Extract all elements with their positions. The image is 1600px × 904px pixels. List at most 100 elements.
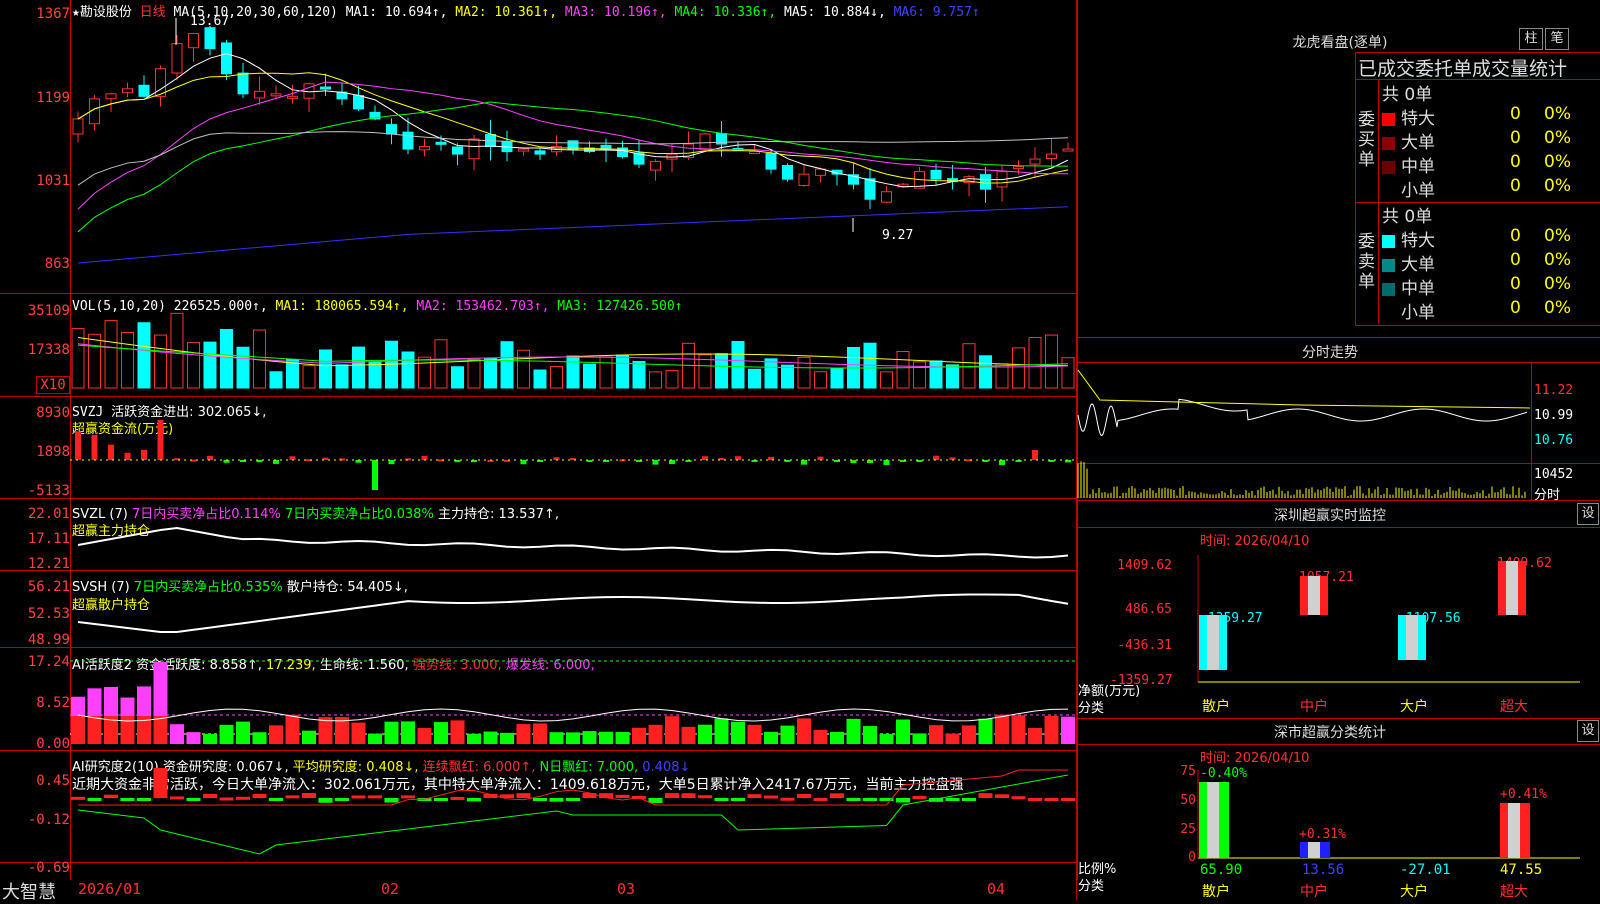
ai1-bar	[615, 731, 630, 744]
class-ytick-0: 75	[1180, 764, 1196, 779]
ai2-bar	[978, 793, 993, 798]
ai2-bar	[830, 793, 844, 798]
ai2-bar	[813, 797, 828, 801]
svzj-bar	[933, 455, 939, 460]
monitor-label-2: -1107.56	[1398, 611, 1461, 626]
ai1-bar	[401, 721, 415, 744]
volume-bar	[566, 355, 580, 389]
intraday-price-line	[1077, 398, 1528, 436]
class-value-2: -27.01	[1400, 862, 1451, 878]
ai1-bar	[467, 733, 481, 744]
ma-line	[77, 72, 1069, 184]
ai2-bar	[714, 798, 729, 801]
monitor-cat-3: 超大	[1500, 699, 1528, 715]
volume-bar	[352, 346, 365, 389]
volume-bar	[1045, 334, 1058, 389]
ai1-bar	[1061, 716, 1075, 744]
monitor-label-1: 1057.21	[1299, 570, 1354, 585]
ai1-bar	[236, 721, 250, 744]
color-swatch	[1382, 258, 1395, 272]
color-swatch	[1382, 306, 1395, 320]
ai2-bar	[302, 793, 316, 798]
ai2-bar	[863, 798, 877, 801]
ai2-bar	[1011, 796, 1026, 800]
candle-body	[798, 173, 810, 186]
ai2-bar	[962, 798, 976, 801]
indicator-charts-svg	[70, 18, 1076, 855]
order-row-name: 特大	[1401, 231, 1435, 251]
ai2-bar	[467, 798, 481, 802]
ai2-bar	[401, 795, 415, 799]
candle-body	[188, 33, 199, 49]
class-value-1: 13.56	[1302, 862, 1345, 878]
ai2-bar	[780, 797, 795, 801]
ai2-bar	[896, 798, 910, 803]
ai1-bar	[269, 725, 283, 744]
candle-body	[105, 93, 117, 100]
candle-body	[1029, 158, 1041, 165]
intraday-axis-divider	[1531, 362, 1532, 500]
ai2-bar	[120, 798, 135, 801]
intraday-frame	[1076, 337, 1600, 338]
volume-bar	[599, 356, 613, 389]
candle-body	[518, 148, 529, 152]
volume-bar	[401, 351, 415, 389]
ai2-bar	[434, 798, 448, 801]
class-settings-button[interactable]: 设	[1577, 720, 1599, 742]
candle-body	[138, 84, 150, 97]
tick-mode-button[interactable]: 笔	[1545, 28, 1569, 50]
volume-bar	[748, 368, 761, 389]
candle-body	[204, 27, 216, 50]
ai2-bar	[236, 796, 250, 800]
monitor-ytick-2: -436.31	[1117, 638, 1172, 653]
ai2-bar	[450, 796, 465, 800]
order-row-pct: 0%	[1544, 128, 1571, 148]
candle-body	[930, 169, 942, 180]
ai1-bar	[879, 733, 894, 744]
svzj-bar	[124, 452, 131, 460]
volume-bar	[913, 361, 926, 389]
order-row-2: 中单 0 0%	[1382, 152, 1571, 177]
volume-bar	[220, 329, 233, 389]
svzj-bar	[273, 460, 279, 464]
bar-mode-button[interactable]: 柱	[1519, 28, 1543, 50]
ai2-bar	[945, 798, 960, 801]
svzj-bar	[801, 460, 807, 465]
intraday-ytick-0: 11.22	[1534, 383, 1574, 398]
ai1-bar-base	[995, 716, 1009, 744]
order-col-divider	[1378, 79, 1379, 324]
ai1-bar	[599, 731, 613, 744]
ai1-bar	[500, 732, 514, 744]
candle-body	[122, 88, 133, 94]
ai1-bar	[516, 724, 531, 744]
svzj-bar	[669, 460, 675, 465]
volume-bar	[1061, 357, 1075, 389]
ai1-bar	[582, 731, 597, 744]
monitor-settings-button[interactable]: 设	[1577, 503, 1599, 525]
ai1-bar	[219, 724, 234, 744]
class-top-label-1: +0.31%	[1299, 827, 1346, 842]
svzj-bar	[817, 456, 824, 460]
ai2-bar	[153, 768, 168, 798]
order-row-name: 小单	[1401, 181, 1435, 201]
volume-bar	[880, 371, 893, 389]
ai2-bar	[566, 798, 580, 801]
volume-bar	[814, 371, 827, 389]
volume-bar	[616, 354, 629, 389]
lhb-title: 龙虎看盘(逐单)	[1292, 35, 1388, 51]
intraday-title-divider	[1076, 362, 1600, 363]
svzj-bar	[141, 449, 147, 460]
ai2-green-line	[77, 774, 1069, 855]
ai2-bar	[285, 795, 300, 799]
svzj-bar	[867, 460, 873, 464]
candle-body	[765, 152, 777, 170]
volume-bar	[236, 346, 250, 389]
class-title-divider	[1076, 744, 1600, 745]
order-row-count: 0	[1510, 104, 1521, 124]
ai1-bar	[533, 723, 547, 744]
monitor-cat-1: 中户	[1300, 699, 1328, 715]
class-cat-2: 大户	[1400, 884, 1428, 900]
volume-bar	[583, 363, 596, 389]
class-time: 时间: 2026/04/10	[1200, 751, 1310, 766]
candle-body	[320, 86, 331, 90]
